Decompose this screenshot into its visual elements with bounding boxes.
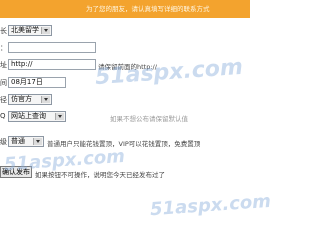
level-select[interactable]: 普通 [8,136,44,147]
title-input[interactable] [8,42,96,53]
url-input[interactable]: http:// [8,59,96,70]
top-notice-bar: 为了您的朋友，请认真填写详细的联系方式 [0,0,250,18]
category-select[interactable]: 北美留学 [8,25,52,36]
site-select-value: 网站上查询 [11,112,46,120]
site-select[interactable]: 网站上查询 [8,111,66,122]
chevron-down-icon [33,138,42,145]
chevron-down-icon [41,96,50,103]
chevron-down-icon [55,113,64,120]
site-label: Q [0,112,6,120]
title-label: ： [0,44,7,52]
top-notice-text: 为了您的朋友，请认真填写详细的联系方式 [86,5,210,13]
submit-hint: 如果按钮不可操作，说明您今天已经发布过了 [35,171,165,179]
url-label: 址 [0,61,7,69]
level-label: 级 [0,138,7,146]
site-hint: 如果不想公布请保留默认值 [110,115,188,123]
level-hint: 普通用户只能花钱置顶，VIP可以花钱置顶，免费置顶 [47,140,201,148]
url-hint: 请保留前面的http:// [98,63,157,71]
source-label: 径 [0,96,7,104]
source-select[interactable]: 仿官方 [8,94,52,105]
category-label: 长 [0,27,7,35]
publish-form: 长 北美留学 ： 址 http:// 请保留前面的http:// 间 08月17… [0,18,250,230]
source-select-value: 仿官方 [11,95,32,103]
level-select-value: 普通 [11,137,25,145]
date-label: 间 [0,79,7,87]
category-select-value: 北美留学 [11,26,39,34]
submit-button[interactable]: 确认发布 [0,166,32,178]
date-input[interactable]: 08月17日 [8,77,66,88]
chevron-down-icon [41,27,50,34]
